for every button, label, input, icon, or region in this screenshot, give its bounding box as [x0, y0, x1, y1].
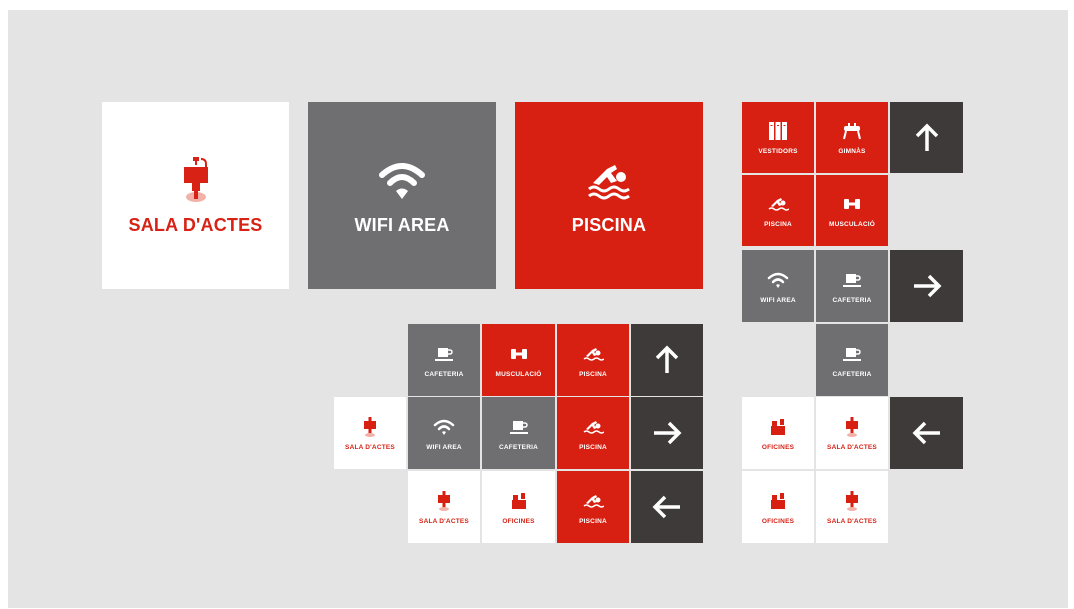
tile-cafeteria: CAFETERIA	[482, 397, 555, 469]
tile-label: SALA D'ACTES	[419, 517, 469, 525]
lockers-icon	[769, 122, 787, 140]
arrow-right-tile	[631, 397, 703, 469]
tile-cafeteria: CAFETERIA	[816, 324, 888, 396]
tile-label: PISCINA	[764, 221, 792, 228]
arrow-up-tile	[631, 324, 703, 396]
dumbbell-icon	[510, 348, 527, 359]
arrow-up-icon	[915, 123, 938, 151]
arrow-right-tile	[890, 250, 963, 322]
tile-label: WIFI AREA	[426, 443, 462, 451]
arrow-up-tile	[890, 102, 963, 173]
office-icon	[511, 492, 526, 509]
office-icon	[771, 492, 785, 509]
podium-icon	[846, 416, 858, 437]
arrow-left-icon	[652, 495, 680, 519]
tile-sala-actes: SALA D'ACTES	[408, 471, 480, 543]
podium-icon	[183, 157, 208, 202]
tile-wifi-area: WIFI AREA	[408, 397, 480, 469]
tile-sala-actes: SALA D'ACTES	[816, 471, 888, 543]
arrow-left-tile	[890, 397, 963, 469]
swimmer-icon	[588, 165, 630, 200]
arrow-left-tile	[631, 471, 703, 543]
pommel-horse-icon	[843, 123, 861, 140]
tile-label: VESTIDORS	[758, 148, 798, 155]
tile-label: PISCINA	[571, 215, 647, 235]
podium-icon	[364, 416, 376, 437]
tile-label: CAFETERIA	[499, 443, 538, 451]
tile-label: OFICINES	[761, 517, 795, 525]
tile-label: MUSCULACIÓ	[828, 221, 876, 228]
tile-sala-actes: SALA D'ACTES	[816, 397, 888, 469]
tile-label: GIMNÀS	[838, 148, 866, 155]
tile-label: OFICINES	[502, 517, 535, 525]
tile-piscina: PISCINA	[557, 397, 629, 469]
tile-piscina-large: PISCINA	[515, 102, 703, 289]
podium-icon	[846, 490, 858, 511]
tile-wifi-area: WIFI AREA	[742, 250, 814, 322]
tile-label: SALA D'ACTES	[827, 517, 877, 525]
tile-piscina: PISCINA	[557, 471, 629, 543]
tile-label: MUSCULACIÓ	[495, 370, 542, 378]
tile-label: CAFETERIA	[424, 370, 464, 378]
tile-label: CAFETERIA	[832, 296, 872, 304]
tile-wifi-area-large: WIFI AREA	[308, 102, 496, 289]
tile-oficines: OFICINES	[742, 471, 814, 543]
arrow-up-icon	[655, 345, 679, 373]
arrow-right-icon	[913, 274, 941, 298]
signage-board: SALA D'ACTES WIFI AREA PISCINA VESTIDORS	[8, 10, 1068, 608]
swimmer-icon	[583, 420, 604, 434]
wifi-icon	[433, 419, 455, 435]
tile-gimnas: GIMNÀS	[816, 102, 888, 173]
tile-label: OFICINES	[761, 443, 795, 451]
tile-label: CAFETERIA	[832, 370, 872, 378]
arrow-right-icon	[654, 421, 682, 445]
tile-sala-actes-large: SALA D'ACTES	[102, 102, 289, 289]
wifi-icon	[379, 163, 425, 199]
coffee-cup-icon	[843, 347, 861, 361]
coffee-cup-icon	[509, 420, 528, 434]
wifi-icon	[767, 272, 789, 288]
coffee-cup-icon	[843, 273, 861, 287]
tile-piscina: PISCINA	[742, 175, 814, 246]
tile-musculacio: MUSCULACIÓ	[816, 175, 888, 246]
tile-cafeteria: CAFETERIA	[408, 324, 480, 396]
podium-icon	[438, 490, 450, 511]
tile-vestidors: VESTIDORS	[742, 102, 814, 173]
dumbbell-icon	[844, 199, 860, 209]
tile-label: SALA D'ACTES	[345, 443, 395, 451]
tile-label: SALA D'ACTES	[128, 215, 263, 235]
swimmer-icon	[583, 347, 604, 361]
tile-musculacio: MUSCULACIÓ	[482, 324, 555, 396]
arrow-left-icon	[912, 421, 940, 445]
tile-piscina: PISCINA	[557, 324, 629, 396]
tile-label: SALA D'ACTES	[827, 443, 877, 451]
office-icon	[771, 418, 785, 435]
tile-cafeteria: CAFETERIA	[816, 250, 888, 322]
tile-label: WIFI AREA	[354, 215, 450, 235]
tile-sala-actes: SALA D'ACTES	[334, 397, 406, 469]
tile-label: PISCINA	[579, 517, 607, 525]
tile-label: WIFI AREA	[760, 296, 796, 304]
tile-oficines: OFICINES	[482, 471, 555, 543]
tile-oficines: OFICINES	[742, 397, 814, 469]
swimmer-icon	[583, 494, 604, 508]
tile-label: PISCINA	[579, 443, 607, 451]
coffee-cup-icon	[435, 347, 453, 361]
tile-label: PISCINA	[579, 370, 607, 378]
swimmer-icon	[768, 198, 789, 211]
